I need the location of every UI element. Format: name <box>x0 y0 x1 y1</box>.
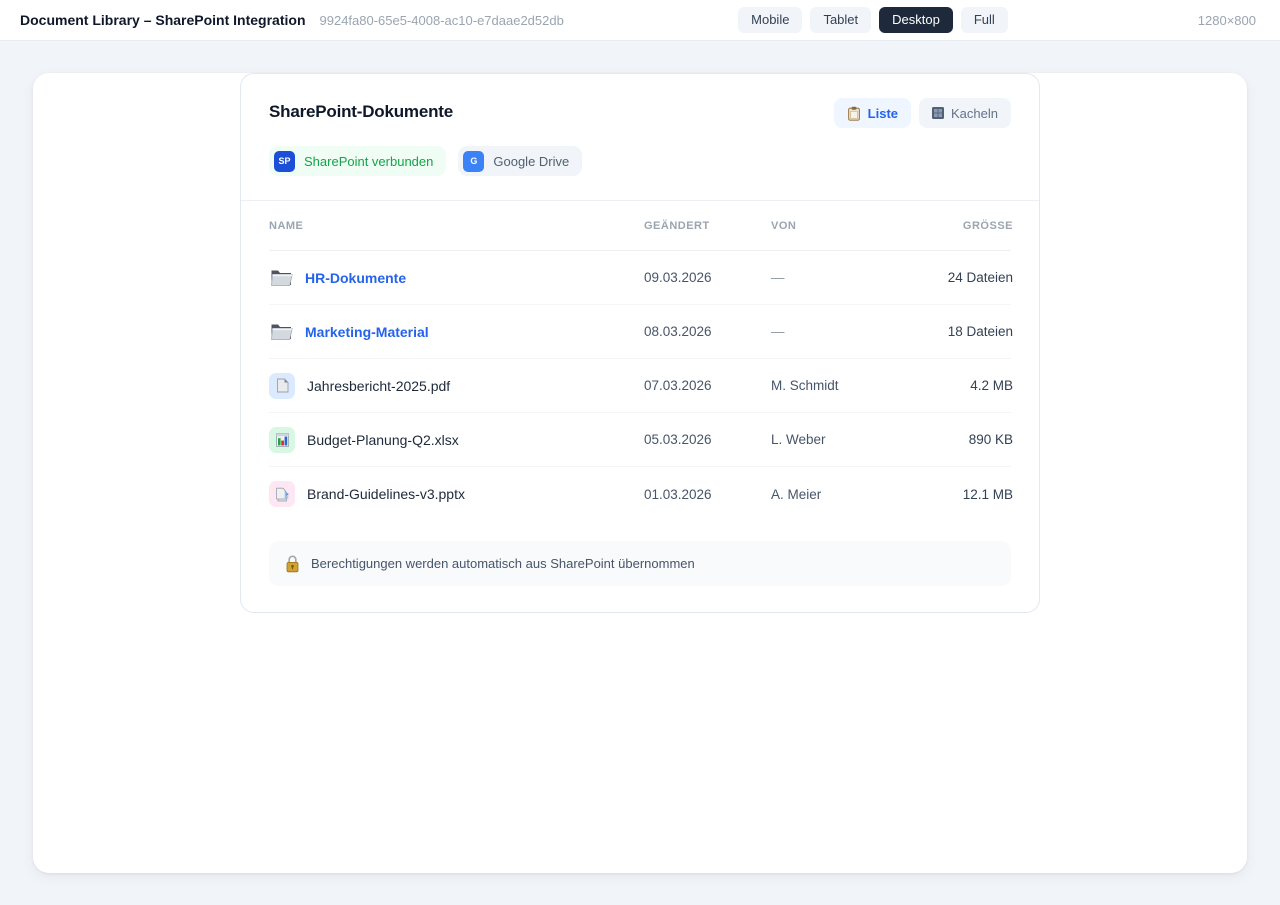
device-button-tablet[interactable]: Tablet <box>810 7 871 33</box>
pdf-file-icon <box>269 373 295 399</box>
tiles-view-button[interactable]: Kacheln <box>919 98 1011 128</box>
modified-date: 08.03.2026 <box>644 324 771 339</box>
tiles-grid-icon <box>932 107 944 119</box>
sharepoint-connected-badge: SP SharePoint verbunden <box>269 146 446 176</box>
folder-icon <box>269 268 293 287</box>
documents-table: NAME GEÄNDERT VON GRÖSSE HR-Dokumente <box>241 201 1039 521</box>
modified-date: 01.03.2026 <box>644 487 771 502</box>
card-header: SharePoint-Dokumente Liste <box>241 74 1039 200</box>
modified-by: M. Schmidt <box>771 378 903 393</box>
item-size: 4.2 MB <box>903 378 1013 393</box>
device-toggle-group: Mobile Tablet Desktop Full <box>738 7 1008 33</box>
table-row[interactable]: Brand-Guidelines-v3.pptx 01.03.2026 A. M… <box>269 467 1011 521</box>
google-drive-badge: G Google Drive <box>458 146 582 176</box>
list-view-button[interactable]: Liste <box>834 98 911 128</box>
column-header-size: GRÖSSE <box>903 220 1013 232</box>
item-size: 890 KB <box>903 432 1013 447</box>
permissions-note: Berechtigungen werden automatisch aus Sh… <box>269 541 1011 586</box>
folder-name-link[interactable]: HR-Dokumente <box>305 270 406 286</box>
modified-date: 09.03.2026 <box>644 270 771 285</box>
preview-surface: SharePoint-Dokumente Liste <box>33 73 1247 873</box>
file-name[interactable]: Brand-Guidelines-v3.pptx <box>307 486 465 502</box>
modified-date: 07.03.2026 <box>644 378 771 393</box>
device-button-mobile[interactable]: Mobile <box>738 7 802 33</box>
modified-by: — <box>771 270 903 285</box>
column-header-name: NAME <box>269 220 644 232</box>
page-title: Document Library – SharePoint Integratio… <box>20 12 306 28</box>
item-size: 18 Dateien <box>903 324 1013 339</box>
file-name[interactable]: Jahresbericht-2025.pdf <box>307 378 450 394</box>
modified-by: — <box>771 324 903 339</box>
google-drive-badge-label: Google Drive <box>493 154 569 169</box>
table-row[interactable]: HR-Dokumente 09.03.2026 — 24 Dateien <box>269 251 1011 305</box>
modified-date: 05.03.2026 <box>644 432 771 447</box>
presentation-file-icon <box>269 481 295 507</box>
viewport-size-label: 1280×800 <box>1198 13 1256 28</box>
lock-icon <box>285 554 300 573</box>
item-size: 12.1 MB <box>903 487 1013 502</box>
component-uuid: 9924fa80-65e5-4008-ac10-e7daae2d52db <box>320 13 564 28</box>
table-row[interactable]: Marketing-Material 08.03.2026 — 18 Datei… <box>269 305 1011 359</box>
folder-icon <box>269 322 293 341</box>
column-header-by: VON <box>771 220 903 232</box>
device-button-full[interactable]: Full <box>961 7 1008 33</box>
library-title: SharePoint-Dokumente <box>269 98 453 122</box>
sharepoint-badge-label: SharePoint verbunden <box>304 154 433 169</box>
sharepoint-logo-icon: SP <box>274 151 295 172</box>
file-name[interactable]: Budget-Planung-Q2.xlsx <box>307 432 459 448</box>
tiles-view-label: Kacheln <box>951 106 998 121</box>
table-row[interactable]: Jahresbericht-2025.pdf 07.03.2026 M. Sch… <box>269 359 1011 413</box>
view-toggle: Liste Kacheln <box>834 98 1011 128</box>
permissions-note-text: Berechtigungen werden automatisch aus Sh… <box>311 556 695 571</box>
clipboard-list-icon <box>847 106 861 121</box>
modified-by: L. Weber <box>771 432 903 447</box>
google-drive-logo-icon: G <box>463 151 484 172</box>
item-size: 24 Dateien <box>903 270 1013 285</box>
table-header-row: NAME GEÄNDERT VON GRÖSSE <box>269 201 1011 251</box>
table-row[interactable]: Budget-Planung-Q2.xlsx 05.03.2026 L. Web… <box>269 413 1011 467</box>
column-header-modified: GEÄNDERT <box>644 220 771 232</box>
document-library-card: SharePoint-Dokumente Liste <box>240 73 1040 613</box>
device-button-desktop[interactable]: Desktop <box>879 7 953 33</box>
modified-by: A. Meier <box>771 487 903 502</box>
folder-name-link[interactable]: Marketing-Material <box>305 324 429 340</box>
preview-toolbar: Document Library – SharePoint Integratio… <box>0 0 1280 41</box>
list-view-label: Liste <box>868 106 898 121</box>
spreadsheet-file-icon <box>269 427 295 453</box>
connection-badges: SP SharePoint verbunden G Google Drive <box>269 146 1011 176</box>
